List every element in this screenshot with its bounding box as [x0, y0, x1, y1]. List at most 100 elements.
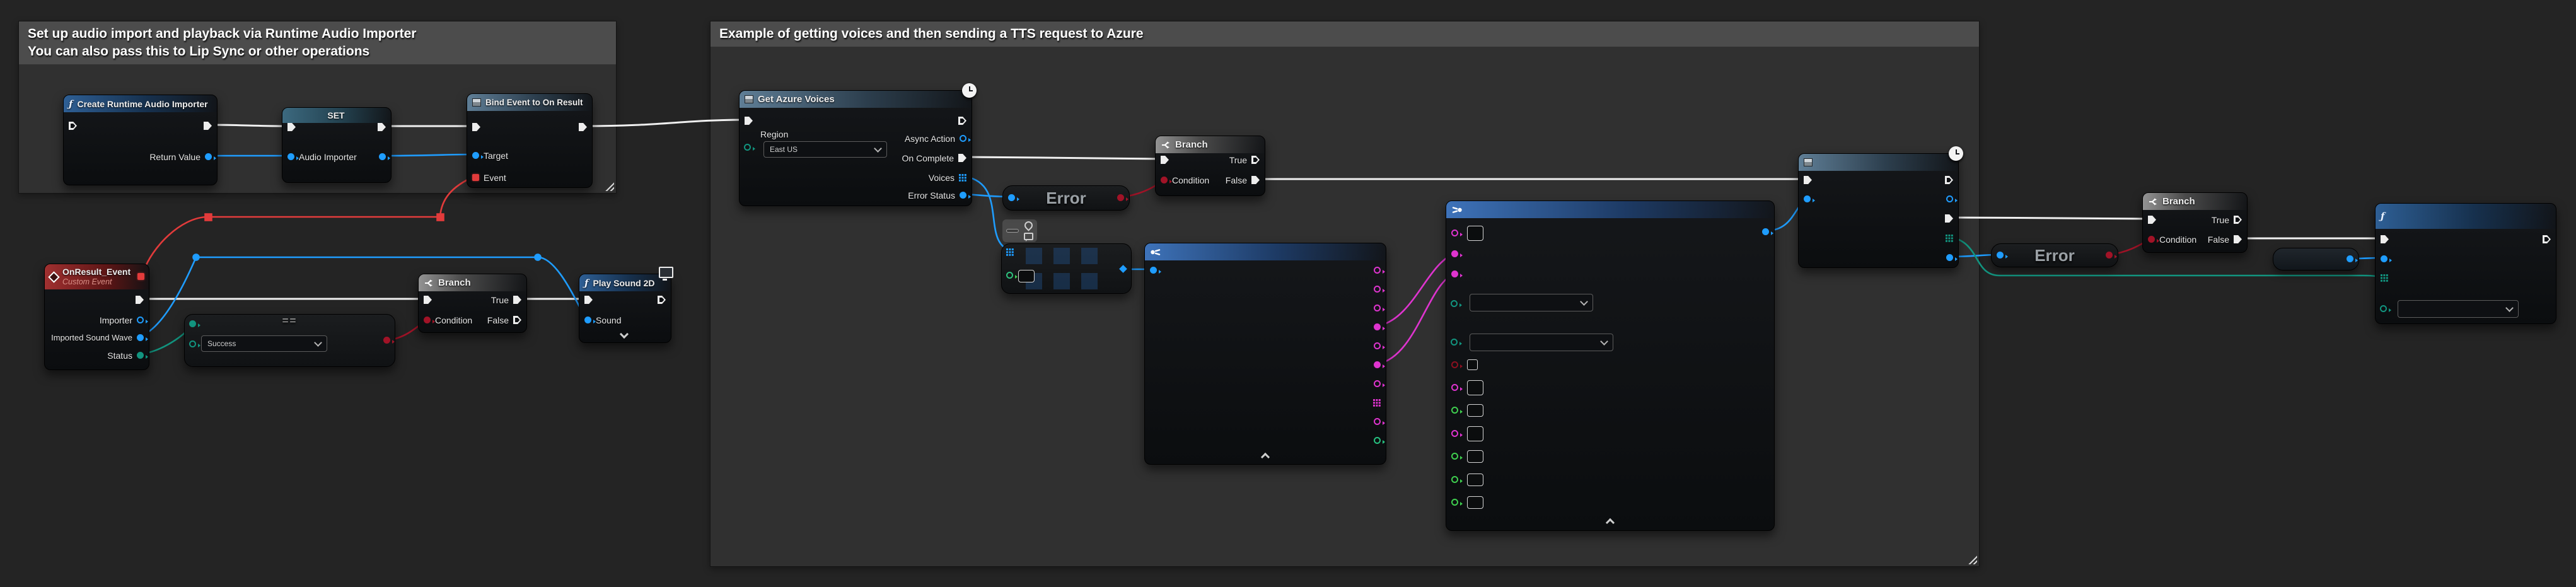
node-audio-importer-getter[interactable] — [2273, 248, 2359, 270]
is-ssml-checkbox[interactable] — [1467, 359, 1478, 370]
node-header[interactable]: OnResult_Event Custom Event — [45, 264, 149, 289]
language-code-pin[interactable] — [1451, 270, 1458, 277]
node-header[interactable]: ƒ Create Runtime Audio Importer — [64, 95, 217, 112]
node-array-get[interactable] — [1001, 243, 1132, 294]
array-in-pin[interactable] — [1006, 248, 1014, 256]
node-get-azure-voices[interactable]: Get Azure Voices Region East US Async Ac… — [739, 90, 972, 206]
volume-pin[interactable] — [1451, 499, 1458, 506]
equal-result-pin[interactable] — [383, 337, 390, 344]
voice-short-name-pin[interactable] — [1451, 250, 1458, 257]
true-exec-pin[interactable] — [513, 296, 521, 304]
exec-out-pin[interactable] — [204, 122, 212, 130]
words-per-minute-pin[interactable] — [1374, 437, 1381, 444]
node-set-audio-importer[interactable]: SET Audio Importer — [282, 107, 392, 183]
exec-in-pin[interactable] — [2148, 216, 2156, 224]
status-pin[interactable] — [137, 352, 144, 359]
node-header[interactable]: ƒ — [2376, 204, 2556, 229]
node-header[interactable] — [1799, 154, 1958, 171]
node-bind-event-to-on-result[interactable]: Bind Event to On Result Target Event — [467, 93, 593, 188]
text-input-box[interactable] — [1467, 226, 1483, 241]
exec-out-pin[interactable] — [136, 296, 144, 304]
locale-name-pin[interactable] — [1374, 380, 1381, 387]
target-pin[interactable] — [2381, 255, 2387, 262]
error-out-pin[interactable] — [1117, 194, 1124, 201]
node-comment-bubble[interactable] — [1002, 219, 1037, 242]
voice-style-input-box[interactable] — [1467, 380, 1483, 395]
volume-value-box[interactable] — [1467, 496, 1483, 509]
exec-out-pin[interactable] — [2543, 235, 2551, 243]
index-value-box[interactable] — [1018, 270, 1035, 282]
node-header[interactable] — [1446, 201, 1774, 218]
async-action-pin[interactable] — [1946, 195, 1953, 202]
voices-array-pin[interactable] — [959, 174, 966, 182]
exec-in-pin[interactable] — [472, 123, 480, 131]
imported-sound-wave-pin[interactable] — [137, 334, 144, 341]
node-header[interactable]: Get Azure Voices — [740, 91, 972, 108]
false-exec-pin[interactable] — [2234, 235, 2242, 243]
comment-resize-handle[interactable] — [1967, 554, 1977, 564]
reroute-node[interactable] — [206, 214, 212, 221]
output-format-pin[interactable] — [1451, 339, 1458, 346]
sound-pin[interactable] — [584, 317, 591, 323]
name-pin[interactable] — [1374, 267, 1381, 274]
exec-out-pin[interactable] — [658, 296, 666, 304]
audio-data-array-pin[interactable] — [2381, 274, 2388, 282]
text-pin[interactable] — [1451, 230, 1458, 236]
error-status-pin[interactable] — [1946, 254, 1953, 261]
reroute-node[interactable] — [535, 255, 541, 260]
importer-pin[interactable] — [137, 317, 144, 323]
exec-out-pin[interactable] — [579, 123, 587, 131]
exec-out-pin[interactable] — [1945, 176, 1953, 184]
node-header[interactable]: Branch — [1156, 136, 1265, 153]
index-pin[interactable] — [1006, 272, 1013, 279]
collapse-icon[interactable] — [1606, 518, 1615, 527]
exec-in-pin[interactable] — [424, 296, 432, 304]
true-exec-pin[interactable] — [1251, 156, 1260, 164]
node-import-audio-from-buffer[interactable]: ƒ — [2375, 203, 2556, 324]
audio-importer-in-pin[interactable] — [287, 153, 294, 160]
node-create-runtime-audio-importer[interactable]: ƒ Create Runtime Audio Importer Return V… — [63, 95, 218, 185]
region-pin[interactable] — [744, 144, 751, 151]
event-delegate-pin[interactable] — [472, 174, 479, 181]
exec-in-pin[interactable] — [1804, 176, 1812, 184]
region-dropdown[interactable]: East US — [763, 141, 887, 158]
condition-pin[interactable] — [424, 317, 431, 323]
node-branch-3[interactable]: Branch True Condition False — [2142, 192, 2248, 253]
struct-in-pin[interactable] — [1150, 267, 1157, 274]
node-header[interactable]: Branch — [419, 274, 526, 291]
speaking-rate-pin[interactable] — [1451, 453, 1458, 460]
on-complete-exec-pin[interactable] — [958, 154, 966, 162]
condition-pin[interactable] — [2148, 236, 2155, 243]
pitch-value-box[interactable] — [1467, 474, 1483, 486]
local-name-pin[interactable] — [1374, 305, 1381, 311]
voice-style-pin[interactable] — [1451, 384, 1458, 391]
display-name-pin[interactable] — [1374, 286, 1381, 293]
exec-in-pin[interactable] — [69, 122, 77, 130]
delegate-out-pin[interactable] — [137, 273, 144, 280]
error-in-pin[interactable] — [1008, 194, 1015, 201]
reroute-node[interactable] — [194, 255, 199, 260]
region-pin[interactable] — [1451, 300, 1458, 307]
exec-in-pin[interactable] — [2381, 235, 2389, 243]
audio-format-dropdown[interactable] — [2398, 300, 2519, 318]
node-header[interactable]: ƒ Play Sound 2D — [579, 274, 671, 291]
tts-settings-pin[interactable] — [1804, 195, 1811, 202]
error-out-pin[interactable] — [2106, 252, 2113, 259]
voice-role-pin[interactable] — [1451, 430, 1458, 437]
exec-in-pin[interactable] — [584, 296, 593, 304]
exec-in-pin[interactable] — [287, 123, 296, 131]
node-make-azure-tts-settings[interactable] — [1446, 201, 1775, 531]
node-header[interactable]: SET — [282, 108, 391, 123]
true-exec-pin[interactable] — [2234, 216, 2242, 224]
audio-importer-out-pin[interactable] — [379, 153, 386, 160]
short-name-pin[interactable] — [1374, 323, 1381, 330]
expand-advanced-icon[interactable] — [620, 330, 629, 339]
comment-title[interactable]: Example of getting voices and then sendi… — [711, 21, 1979, 47]
async-action-pin[interactable] — [960, 135, 966, 142]
node-header[interactable] — [1145, 243, 1386, 260]
comment-resize-handle[interactable] — [604, 181, 614, 191]
exec-in-pin[interactable] — [1161, 156, 1169, 164]
gender-pin[interactable] — [1374, 342, 1381, 349]
condition-pin[interactable] — [1161, 177, 1168, 183]
speech-bubble-icon[interactable] — [1024, 233, 1033, 240]
